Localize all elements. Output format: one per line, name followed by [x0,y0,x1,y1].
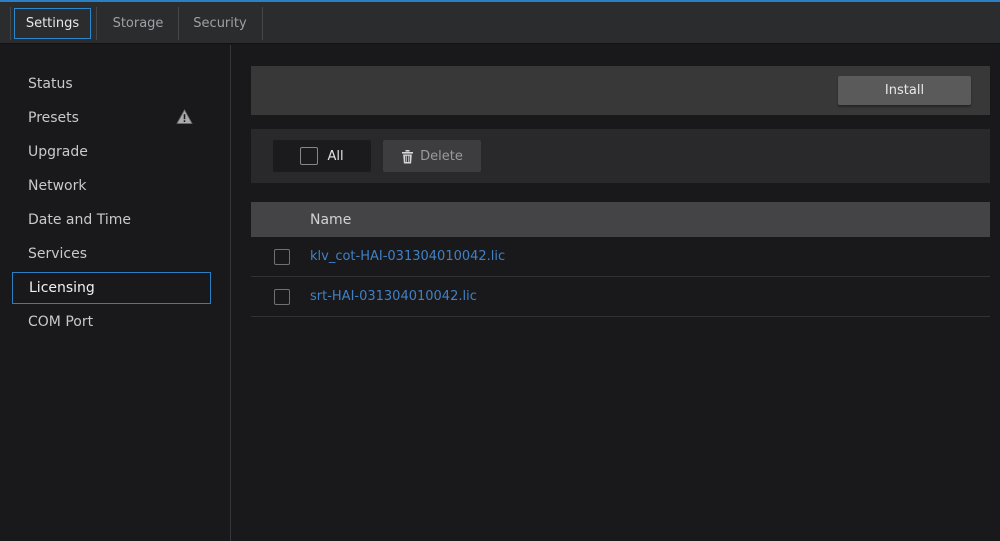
sidebar-item-date-and-time[interactable]: Date and Time [0,203,231,237]
row-checkbox[interactable] [274,289,290,305]
tab-divider [96,7,97,40]
install-toolbar: Install [251,66,990,115]
install-button[interactable]: Install [838,76,971,105]
tab-storage[interactable]: Storage [99,8,177,39]
sidebar-item-upgrade[interactable]: Upgrade [0,135,231,169]
licensing-content: Install All Delete [251,45,990,541]
license-file-link[interactable]: srt-HAI-031304010042.lic [310,289,477,304]
sidebar-item-services[interactable]: Services [0,237,231,271]
select-all-label: All [327,149,343,164]
sidebar-item-label: Presets [28,110,79,126]
sidebar-item-presets[interactable]: Presets [0,101,231,135]
sidebar-item-network[interactable]: Network [0,169,231,203]
trash-icon [401,149,414,164]
table-row: klv_cot-HAI-031304010042.lic [251,237,990,277]
select-all-button[interactable]: All [273,140,371,172]
sidebar-item-status[interactable]: Status [0,67,231,101]
table-row: srt-HAI-031304010042.lic [251,277,990,317]
table-header-row: Name [251,202,990,237]
top-tab-bar: Settings Storage Security [0,0,1000,44]
tab-divider [10,7,11,40]
warning-icon [176,109,193,129]
sidebar-item-licensing[interactable]: Licensing [12,272,211,304]
sidebar-item-com-port[interactable]: COM Port [0,305,231,339]
tab-settings[interactable]: Settings [14,8,91,39]
settings-sidebar: Status Presets Upgrade Network Date and … [0,45,231,541]
tab-divider [262,7,263,40]
app-window: Settings Storage Security Status Presets… [0,0,1000,541]
row-checkbox[interactable] [274,249,290,265]
license-table: Name klv_cot-HAI-031304010042.lic srt-HA… [251,202,990,317]
tab-security[interactable]: Security [179,8,261,39]
delete-label: Delete [420,149,463,164]
column-header-name: Name [310,212,351,228]
delete-button[interactable]: Delete [383,140,481,172]
license-file-link[interactable]: klv_cot-HAI-031304010042.lic [310,249,505,264]
select-all-checkbox[interactable] [300,147,318,165]
selection-bar: All Delete [251,129,990,183]
